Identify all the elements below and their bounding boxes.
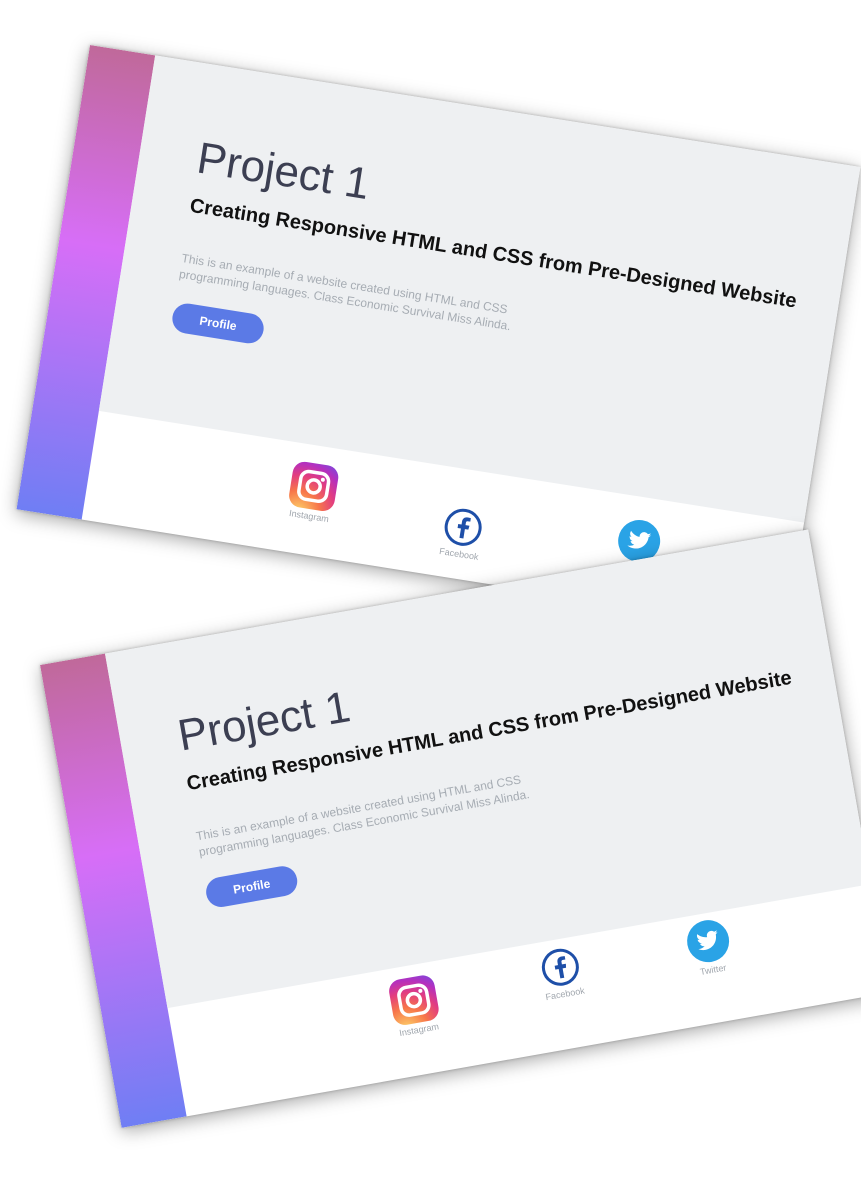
facebook-icon: [444, 508, 482, 546]
social-link-instagram[interactable]: Instagram: [370, 971, 459, 1042]
social-link-facebook[interactable]: Facebook: [518, 941, 606, 1006]
instagram-icon: [387, 973, 441, 1027]
social-link-instagram[interactable]: Instagram: [269, 457, 357, 527]
facebook-icon: [541, 948, 579, 986]
screenshot-stage: Project 1 Creating Responsive HTML and C…: [0, 0, 861, 1177]
website-preview-card-2: Project 1 Creating Responsive HTML and C…: [40, 529, 861, 1128]
profile-button[interactable]: Profile: [170, 301, 266, 346]
hero-section: Project 1 Creating Responsive HTML and C…: [98, 55, 861, 523]
twitter-icon: [687, 920, 730, 963]
profile-button[interactable]: Profile: [203, 863, 300, 910]
social-link-facebook[interactable]: Facebook: [419, 501, 506, 565]
social-link-twitter[interactable]: Twitter: [665, 913, 754, 982]
instagram-icon: [287, 460, 341, 513]
